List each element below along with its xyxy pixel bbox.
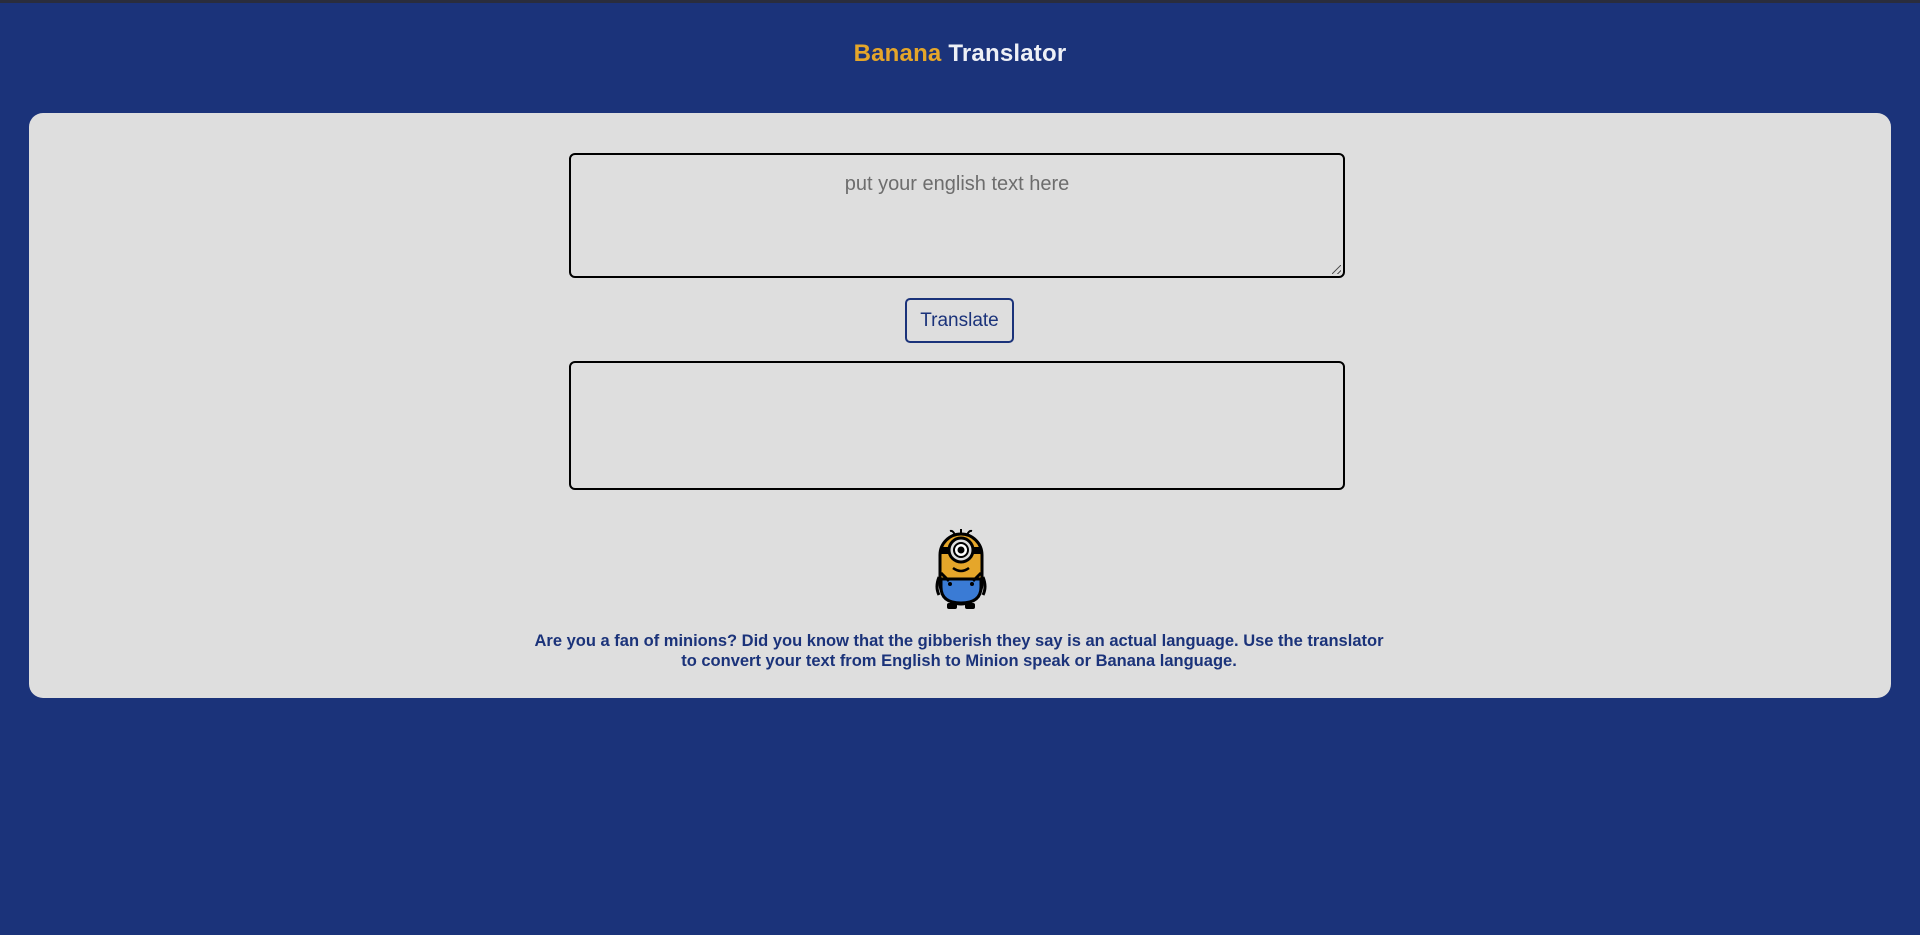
english-text-input[interactable] xyxy=(571,155,1343,276)
translator-card: Translate xyxy=(29,113,1891,698)
translate-button[interactable]: Translate xyxy=(905,298,1014,343)
description-text: Are you a fan of minions? Did you know t… xyxy=(534,632,1384,670)
translation-output xyxy=(569,361,1345,490)
window-top-border xyxy=(0,0,1920,3)
app-title: Banana Translator xyxy=(0,40,1920,68)
app-title-main: Translator xyxy=(948,40,1067,67)
resize-handle-icon[interactable] xyxy=(1332,265,1341,274)
app-title-accent: Banana xyxy=(853,40,942,67)
english-input-container xyxy=(569,153,1345,278)
minion-icon xyxy=(935,529,987,611)
